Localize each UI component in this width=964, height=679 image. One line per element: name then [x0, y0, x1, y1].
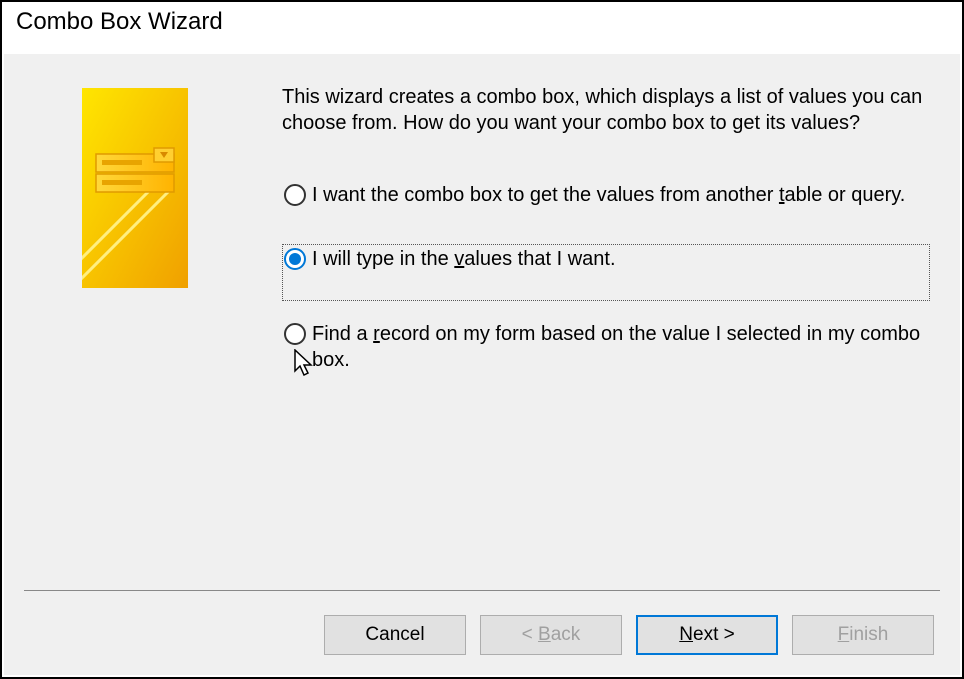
window-title: Combo Box Wizard — [2, 2, 962, 46]
cancel-button[interactable]: Cancel — [324, 615, 466, 655]
option-type-values[interactable]: I will type in the values that I want. — [282, 244, 930, 301]
next-button[interactable]: Next > — [636, 615, 778, 655]
radio-icon — [284, 248, 306, 270]
wizard-illustration — [82, 88, 188, 288]
back-button: < Back — [480, 615, 622, 655]
wizard-intro-text: This wizard creates a combo box, which d… — [282, 84, 930, 136]
wizard-content: This wizard creates a combo box, which d… — [282, 84, 930, 409]
radio-icon — [284, 184, 306, 206]
option-values-from-table[interactable]: I want the combo box to get the values f… — [282, 180, 930, 226]
wizard-buttons: Cancel < Back Next > Finish — [324, 615, 934, 655]
finish-button: Finish — [792, 615, 934, 655]
option-find-record[interactable]: Find a record on my form based on the va… — [282, 319, 930, 391]
wizard-options: I want the combo box to get the values f… — [282, 180, 930, 391]
wizard-body: This wizard creates a combo box, which d… — [4, 54, 960, 675]
option-label: I want the combo box to get the values f… — [312, 182, 926, 208]
button-divider — [24, 590, 940, 591]
radio-icon — [284, 323, 306, 345]
option-label: Find a record on my form based on the va… — [312, 321, 926, 373]
option-label: I will type in the values that I want. — [312, 246, 926, 272]
wizard-window: Combo Box Wizard — [0, 0, 964, 679]
